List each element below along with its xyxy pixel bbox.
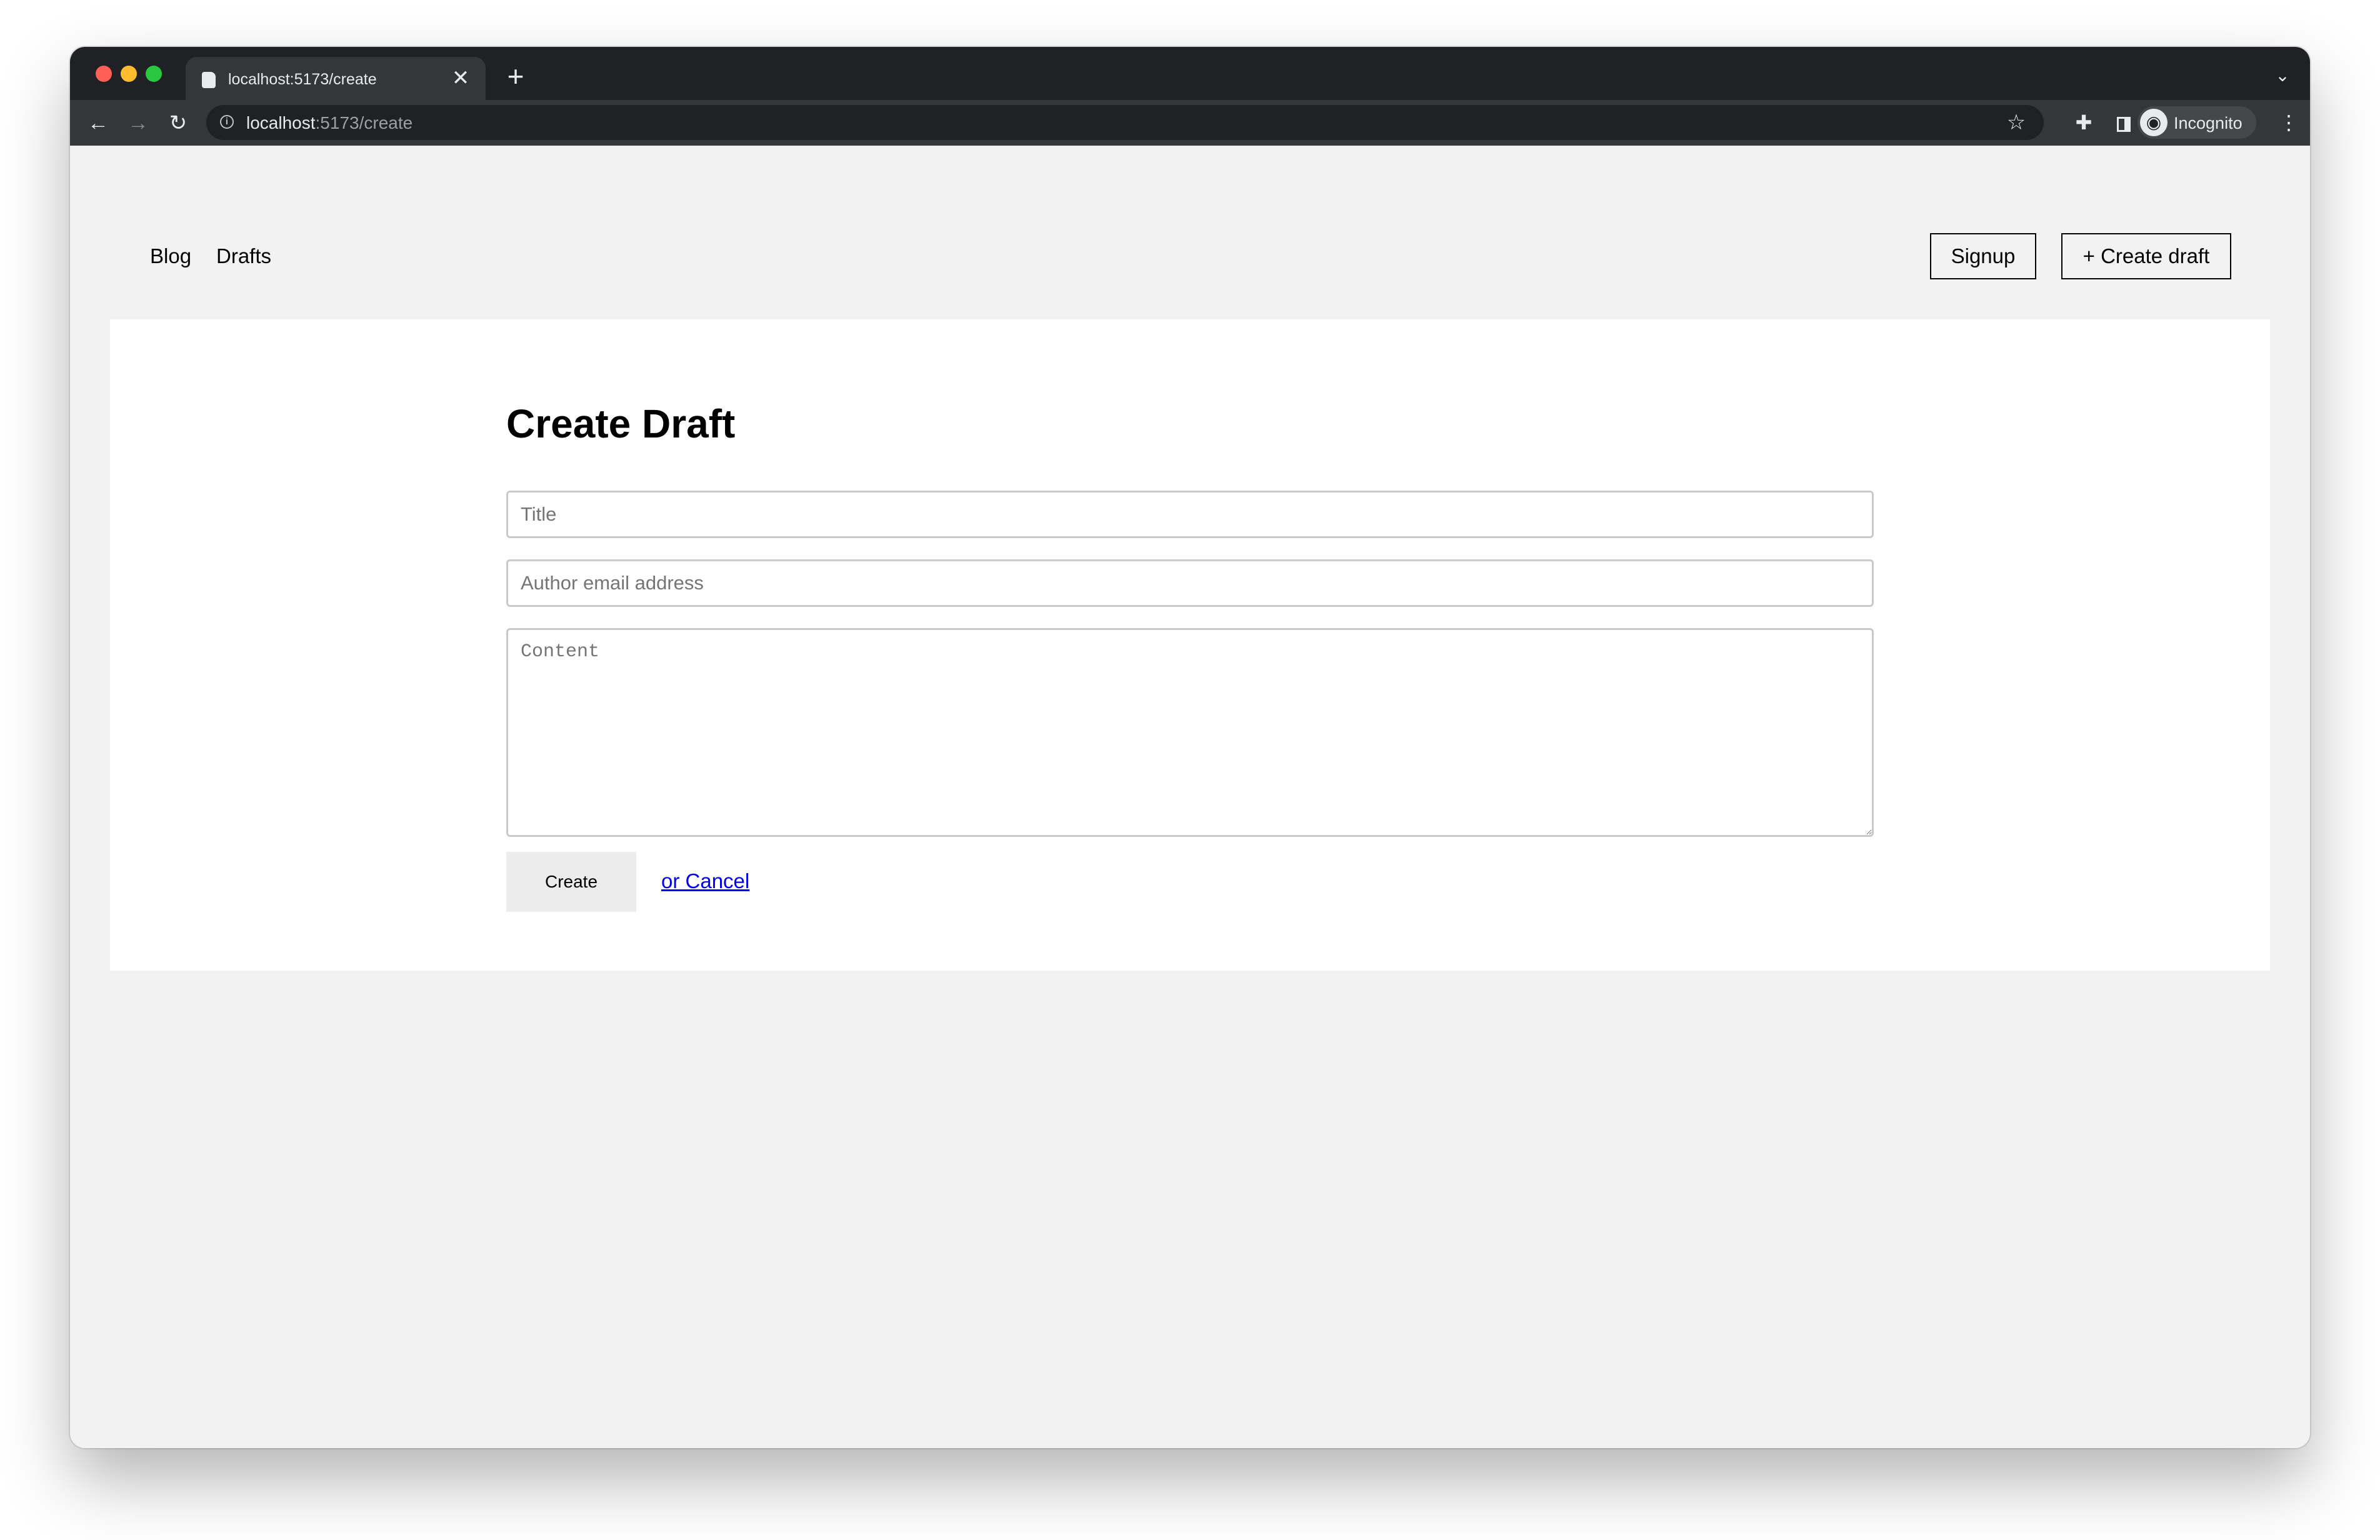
extensions-icon[interactable]: ✚ (2070, 109, 2098, 136)
page-title: Create Draft (506, 401, 736, 446)
page-viewport: Blog Drafts Signup + Create draft Create… (70, 146, 2310, 1448)
create-draft-button[interactable]: + Create draft (2061, 233, 2231, 279)
side-panel-icon[interactable] (2110, 109, 2138, 136)
browser-window: localhost:5173/create ✕ + ⌄ ← → ↻ i loca… (70, 47, 2310, 1448)
create-button[interactable]: Create (506, 852, 636, 912)
title-input[interactable] (506, 491, 1874, 538)
favicon-icon (202, 72, 216, 88)
signup-button[interactable]: Signup (1930, 233, 2036, 279)
url-path: :5173/create (315, 113, 413, 132)
chevron-down-icon[interactable]: ⌄ (2270, 63, 2295, 88)
minimize-window-button[interactable] (121, 66, 137, 82)
new-tab-button[interactable]: + (500, 61, 531, 92)
more-icon[interactable]: ⋮ (2275, 109, 2302, 136)
close-icon[interactable]: ✕ (448, 66, 473, 91)
incognito-icon: ◉ (2140, 109, 2168, 136)
nav-link-blog[interactable]: Blog (150, 244, 191, 268)
form-card: Create Draft Create or Cancel (110, 319, 2270, 971)
tab-title: localhost:5173/create (228, 71, 377, 88)
url-host: localhost (246, 113, 316, 132)
tab-active[interactable]: localhost:5173/create ✕ (186, 57, 486, 101)
side-panel-glyph (2117, 116, 2131, 132)
author-email-input[interactable] (506, 559, 1874, 607)
profile-button[interactable]: ◉ Incognito (2138, 106, 2256, 139)
profile-label: Incognito (2174, 114, 2242, 132)
close-window-button[interactable] (96, 66, 112, 82)
info-icon[interactable]: i (220, 115, 234, 129)
zoom-window-button[interactable] (146, 66, 162, 82)
reload-icon[interactable]: ↻ (162, 108, 194, 139)
forward-arrow-icon[interactable]: → (122, 108, 154, 139)
address-bar[interactable]: i localhost:5173/create ☆ (206, 105, 2044, 140)
star-icon[interactable]: ☆ (2004, 110, 2029, 135)
nav-link-drafts[interactable]: Drafts (216, 244, 271, 268)
cancel-link[interactable]: or Cancel (661, 869, 749, 893)
back-arrow-icon[interactable]: ← (82, 108, 114, 139)
tab-strip: localhost:5173/create ✕ + ⌄ (70, 47, 2310, 101)
browser-toolbar: ← → ↻ i localhost:5173/create ☆ ✚ ◉ Inco… (70, 100, 2310, 146)
content-textarea[interactable] (506, 628, 1874, 837)
url-text[interactable]: localhost:5173/create (246, 113, 412, 133)
